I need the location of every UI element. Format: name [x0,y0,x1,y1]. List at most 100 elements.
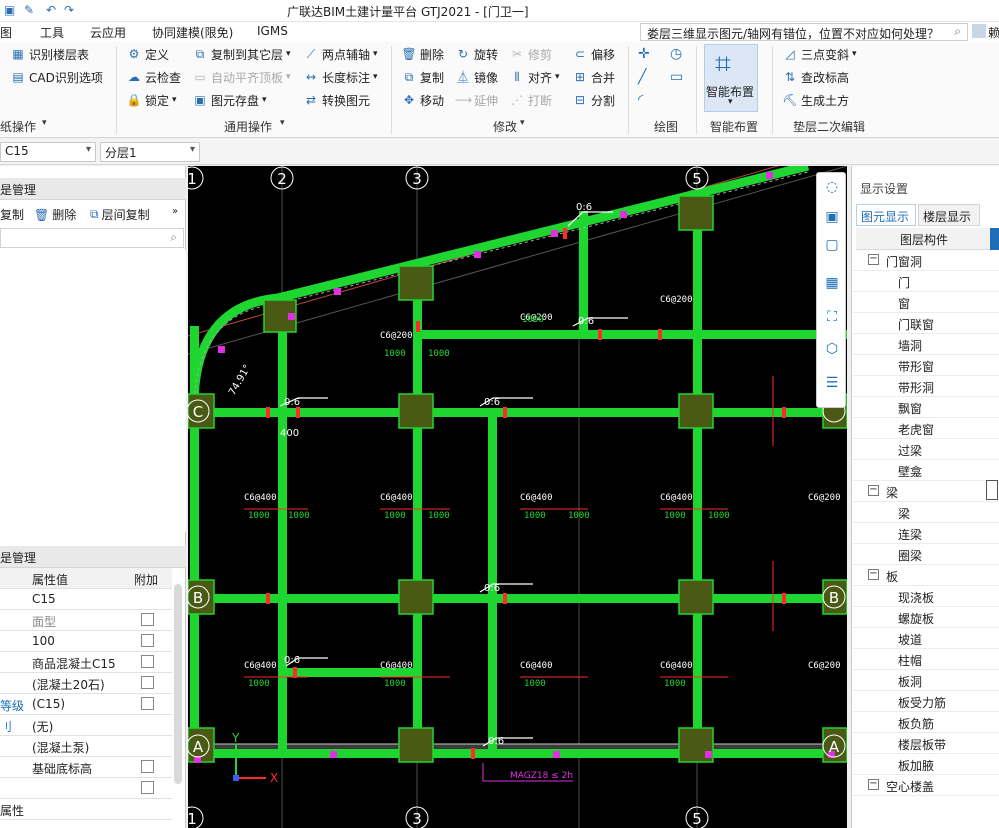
edit-icon[interactable]: ✎ [24,3,34,17]
save-icon[interactable]: ▣ [4,3,15,17]
redo-icon[interactable]: ↷ [64,3,74,17]
box-view-icon[interactable]: ▢ [822,235,842,255]
chevron-down-icon[interactable]: ▾ [520,118,525,128]
undo-icon[interactable]: ↶ [46,3,56,17]
table-row[interactable]: (混凝土20石) [0,673,172,694]
table-row[interactable]: 面型 [0,610,172,631]
tree-item[interactable]: 连梁 [852,523,999,544]
generate-earthwork-button[interactable]: ⛏ 生成土方 [782,90,849,110]
attach-checkbox[interactable] [141,655,154,668]
point-icon[interactable]: ✛ [638,46,650,62]
table-row[interactable]: 属性 [0,799,172,820]
collapse-icon[interactable]: − [868,485,879,496]
tree-item[interactable]: 板加腋 [852,754,999,775]
table-row[interactable]: 100 [0,631,172,652]
scrollbar[interactable] [174,584,182,784]
move-button[interactable]: ✥ 移动 [401,90,444,110]
attach-checkbox[interactable] [141,634,154,647]
fit-view-icon[interactable]: ⛶ [822,307,842,327]
cad-options-button[interactable]: ▤ CAD识别选项 [10,67,103,87]
cloud-check-button[interactable]: ☁ 云检查 [126,67,181,87]
attach-checkbox[interactable] [141,697,154,710]
tab-element-display[interactable]: 图元显示 [856,204,916,226]
mirror-button[interactable]: ⏅ 镜像 [455,67,498,87]
identify-floor-table-button[interactable]: ▦ 识别楼层表 [10,44,89,64]
table-row[interactable]: 基础底标高 [0,757,172,778]
smart-layout-button[interactable]: ⌗ 智能布置 ▾ [704,44,758,112]
auto-align-top-button[interactable]: ▭ 自动平齐顶板 ▾ [192,67,290,87]
copy-button[interactable]: ⧉ 复制 [401,67,444,87]
tree-item[interactable]: 带形窗 [852,355,999,376]
sublayer-select[interactable]: 分层1 ▾ [100,142,200,162]
rotate-button[interactable]: ↻ 旋转 [455,44,498,64]
delete-button[interactable]: 🗑 删除 [401,44,444,64]
define-button[interactable]: ⚙ 定义 [126,44,169,64]
attach-checkbox[interactable] [141,676,154,689]
tree-item[interactable]: 老虎窗 [852,418,999,439]
visibility-checkbox[interactable] [986,480,998,500]
search-icon[interactable]: ⌕ [954,24,961,39]
tree-item[interactable]: 飘窗 [852,397,999,418]
solid-box-icon[interactable]: ▦ [822,273,842,293]
attach-checkbox[interactable] [141,613,154,626]
tree-item[interactable]: 门联窗 [852,313,999,334]
tree-item[interactable]: 圈梁 [852,544,999,565]
table-row[interactable]: 等级 (C15) [0,694,172,715]
menu-view[interactable]: 图 [0,24,12,41]
search-input[interactable]: ⌕ [0,228,184,248]
tree-group[interactable]: − 空心楼盖 [852,775,999,796]
attach-checkbox[interactable] [141,760,154,773]
tree-item[interactable]: 现浇板 [852,586,999,607]
three-point-slope-button[interactable]: ◿ 三点变斜 ▾ [782,44,856,64]
tree-item[interactable]: 门 [852,271,999,292]
tree-item[interactable]: 坡道 [852,628,999,649]
component-list[interactable] [0,250,186,532]
circle-icon[interactable]: ◷ [670,46,682,62]
tree-item[interactable]: 壁龛 [852,460,999,481]
break-button[interactable]: ⋰ 打断 [509,90,552,110]
align-button[interactable]: ⫴ 对齐 ▾ [509,67,559,87]
menu-cloud[interactable]: 云应用 [90,24,126,41]
merge-button[interactable]: ⊞ 合并 [572,67,615,87]
menu-tools[interactable]: 工具 [40,24,64,41]
tree-item[interactable]: 过梁 [852,439,999,460]
orbit-icon[interactable]: ◌ [822,177,842,197]
tree-item[interactable]: 板受力筋 [852,691,999,712]
copy-button[interactable]: 复制 [0,206,24,223]
menu-igms[interactable]: IGMS [257,24,288,38]
table-row[interactable] [0,778,172,799]
tree-item[interactable]: 楼层板带 [852,733,999,754]
cad-canvas[interactable]: 1 2 3 5 1 3 5 C B A B A C6@200 C6@200 C6… [188,166,847,828]
display-settings-icon[interactable]: ☰ [822,373,842,393]
tree-group[interactable]: − 门窗洞 [852,250,999,271]
two-point-axis-button[interactable]: ⟋ 两点辅轴 ▾ [303,44,378,64]
rect-icon[interactable]: ▭ [670,69,683,85]
collapse-icon[interactable]: − [868,254,879,265]
more-icon[interactable]: » [172,206,178,217]
table-row[interactable]: C15 [0,589,172,610]
layer-cube-icon[interactable]: ⬡ [822,339,842,359]
check-elevation-button[interactable]: ⇅ 查改标高 [782,67,849,87]
tree-item[interactable]: 梁 [852,502,999,523]
table-row[interactable]: 刂 (无) [0,715,172,736]
tree-item[interactable]: 板洞 [852,670,999,691]
tree-item[interactable]: 板负筋 [852,712,999,733]
menu-collab[interactable]: 协同建模(限免) [152,24,233,41]
table-row[interactable]: 商品混凝土C15 [0,652,172,673]
structure-drawing[interactable]: 1 2 3 5 1 3 5 C B A B A C6@200 C6@200 C6… [188,166,847,828]
view-3d-icon[interactable]: ▣ [822,207,842,227]
length-dimension-button[interactable]: ↔ 长度标注 ▾ [303,67,378,87]
inter-floor-copy-button[interactable]: ⧉ 层间复制 [90,206,150,223]
delete-button[interactable]: 🗑 删除 [34,206,76,223]
tree-item[interactable]: 柱帽 [852,649,999,670]
table-row[interactable]: (混凝土泵) [0,736,172,757]
tab-floor-display[interactable]: 楼层显示 [918,204,980,226]
chevron-down-icon[interactable]: ▾ [42,118,47,128]
tree-item[interactable]: 窗 [852,292,999,313]
trim-button[interactable]: ✂ 修剪 [509,44,552,64]
collapse-icon[interactable]: − [868,779,879,790]
convert-element-button[interactable]: ⇄ 转换图元 [303,90,370,110]
tree-item[interactable]: 墙洞 [852,334,999,355]
collapse-icon[interactable]: − [868,569,879,580]
tree-group[interactable]: − 梁 [852,481,999,502]
